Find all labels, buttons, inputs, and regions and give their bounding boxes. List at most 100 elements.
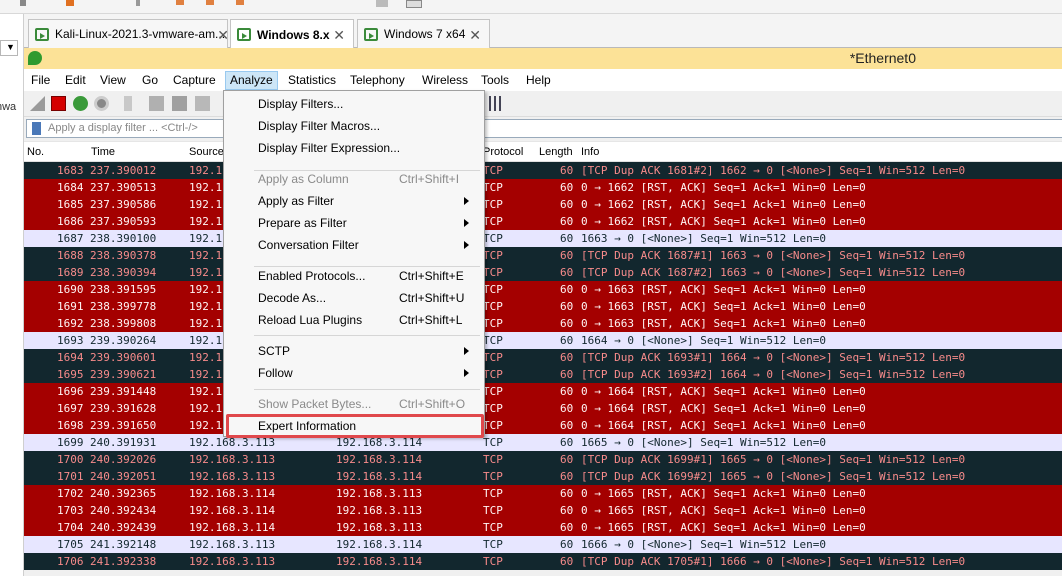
packet-row[interactable]: 1689 238.390394 192.1 TCP 60 [TCP Dup ACK 168… xyxy=(24,264,1062,281)
restart-capture-icon[interactable] xyxy=(73,96,88,111)
packet-info: 0 → 1663 [RST, ACK] Seq=1 Ack=1 Win=0 Le… xyxy=(581,300,866,313)
menu-item-enabled-protocols[interactable]: Enabled Protocols... Ctrl+Shift+E xyxy=(225,265,483,287)
packet-row[interactable]: 1697 239.391628 192.1 TCP 60 0 → 1664 [RST, A… xyxy=(24,400,1062,417)
packet-row[interactable]: 1693 239.390264 192.1 TCP 60 1664 → 0 [<None>… xyxy=(24,332,1062,349)
save-file-icon[interactable] xyxy=(149,96,164,111)
packet-protocol: TCP xyxy=(483,300,503,313)
orange-icon[interactable] xyxy=(66,0,74,6)
redo-icon[interactable] xyxy=(206,0,214,5)
packet-row[interactable]: 1700 240.392026 192.168.3.113 192.168.3.114… xyxy=(24,451,1062,468)
capture-options-icon[interactable] xyxy=(94,96,109,111)
menu-file[interactable]: File xyxy=(31,71,50,90)
column-source[interactable]: Source xyxy=(189,146,224,158)
close-file-icon[interactable] xyxy=(172,96,187,111)
fullscreen-icon[interactable] xyxy=(406,0,422,8)
packet-length: 60 xyxy=(560,334,574,347)
menu-analyze[interactable]: Analyze xyxy=(225,71,278,90)
packet-row[interactable]: 1696 239.391448 192.1 TCP 60 0 → 1664 [RST, A… xyxy=(24,383,1062,400)
menu-item-reload-lua-plugins[interactable]: Reload Lua Plugins Ctrl+Shift+L xyxy=(225,309,483,331)
packet-protocol: TCP xyxy=(483,419,503,432)
packet-source: 192.1 xyxy=(189,198,223,211)
packet-row[interactable]: 1704 240.392439 192.168.3.114 192.168.3.113… xyxy=(24,519,1062,536)
tab-kali-linux[interactable]: Kali-Linux-2021.3-vmware-am... ✕ xyxy=(28,19,228,48)
column-no[interactable]: No. xyxy=(27,146,44,158)
packet-row[interactable]: 1694 239.390601 192.1 TCP 60 [TCP Dup ACK 169… xyxy=(24,349,1062,366)
packet-no: 1696 xyxy=(57,385,84,398)
packet-length: 60 xyxy=(560,351,574,364)
packet-row[interactable]: 1705 241.392148 192.168.3.113 192.168.3.114… xyxy=(24,536,1062,553)
packet-row[interactable]: 1703 240.392434 192.168.3.114 192.168.3.113… xyxy=(24,502,1062,519)
packet-info: 0 → 1665 [RST, ACK] Seq=1 Ack=1 Win=0 Le… xyxy=(581,504,866,517)
menu-item-shortcut: Ctrl+Shift+I xyxy=(399,172,460,186)
packet-time: 238.390100 xyxy=(90,232,157,245)
menu-telephony[interactable]: Telephony xyxy=(350,71,405,90)
column-time[interactable]: Time xyxy=(91,146,115,158)
menu-separator xyxy=(254,335,480,336)
menu-item-apply-as-filter[interactable]: Apply as Filter xyxy=(225,190,483,212)
open-file-icon[interactable] xyxy=(124,96,132,111)
packet-row[interactable]: 1701 240.392051 192.168.3.113 192.168.3.114… xyxy=(24,468,1062,485)
menu-wireless[interactable]: Wireless xyxy=(422,71,468,90)
packet-row[interactable]: 1699 240.391931 192.168.3.113 192.168.3.114… xyxy=(24,434,1062,451)
menu-item-sctp[interactable]: SCTP xyxy=(225,340,483,362)
menu-tools[interactable]: Tools xyxy=(481,71,509,90)
packet-row[interactable]: 1685 237.390586 192.1 TCP 60 0 → 1662 [RST, A… xyxy=(24,196,1062,213)
menu-item-display-filter-macros[interactable]: Display Filter Macros... xyxy=(225,115,483,137)
packet-row[interactable]: 1706 241.392338 192.168.3.113 192.168.3.114… xyxy=(24,553,1062,570)
reload-file-icon[interactable] xyxy=(195,96,210,111)
packet-length: 60 xyxy=(560,215,574,228)
packet-info: 0 → 1664 [RST, ACK] Seq=1 Ack=1 Win=0 Le… xyxy=(581,419,866,432)
packet-row[interactable]: 1691 238.399778 192.1 TCP 60 0 → 1663 [RST, A… xyxy=(24,298,1062,315)
host-library-dropdown[interactable]: ▼ xyxy=(0,40,18,56)
tab-windows-7[interactable]: Windows 7 x64 ✕ xyxy=(357,19,490,48)
menu-edit[interactable]: Edit xyxy=(65,71,86,90)
column-length[interactable]: Length xyxy=(539,146,573,158)
column-protocol[interactable]: Protocol xyxy=(483,146,523,158)
menu-item-label: Follow xyxy=(258,366,293,380)
packet-row[interactable]: 1690 238.391595 192.1 TCP 60 0 → 1663 [RST, A… xyxy=(24,281,1062,298)
menu-item-follow[interactable]: Follow xyxy=(225,362,483,384)
undo-icon[interactable] xyxy=(176,0,184,5)
close-icon[interactable]: ✕ xyxy=(469,27,481,44)
packet-length: 60 xyxy=(560,385,574,398)
menu-go[interactable]: Go xyxy=(142,71,158,90)
packet-row[interactable]: 1684 237.390513 192.1 TCP 60 0 → 1662 [RST, A… xyxy=(24,179,1062,196)
packet-row[interactable]: 1686 237.390593 192.1 TCP 60 0 → 1662 [RST, A… xyxy=(24,213,1062,230)
resize-columns-icon[interactable] xyxy=(489,96,504,111)
packet-time: 241.392338 xyxy=(90,555,157,568)
menu-item-conversation-filter[interactable]: Conversation Filter xyxy=(225,234,483,256)
view-icon[interactable] xyxy=(376,0,388,7)
packet-row[interactable]: 1692 238.399808 192.1 TCP 60 0 → 1663 [RST, A… xyxy=(24,315,1062,332)
menu-help[interactable]: Help xyxy=(526,71,551,90)
menu-item-display-filters[interactable]: Display Filters... xyxy=(225,93,483,115)
packet-row[interactable]: 1695 239.390621 192.1 TCP 60 [TCP Dup ACK 169… xyxy=(24,366,1062,383)
menu-capture[interactable]: Capture xyxy=(173,71,216,90)
packet-row[interactable]: 1688 238.390378 192.1 TCP 60 [TCP Dup ACK 168… xyxy=(24,247,1062,264)
menu-item-display-filter-expression[interactable]: Display Filter Expression... xyxy=(225,137,483,159)
menu-statistics[interactable]: Statistics xyxy=(288,71,336,90)
bookmark-icon[interactable] xyxy=(32,122,41,135)
start-capture-icon[interactable] xyxy=(30,96,45,111)
packet-protocol: TCP xyxy=(483,504,503,517)
close-icon[interactable]: ✕ xyxy=(217,27,227,44)
host-toolbar-icon[interactable] xyxy=(20,0,26,6)
snapshot-icon[interactable] xyxy=(236,0,244,5)
column-info[interactable]: Info xyxy=(581,146,599,158)
tab-windows-8[interactable]: Windows 8.x ✕ xyxy=(230,19,354,49)
packet-row[interactable]: 1702 240.392365 192.168.3.114 192.168.3.113… xyxy=(24,485,1062,502)
packet-row[interactable]: 1698 239.391650 192.1 TCP 60 0 → 1664 [RST, A… xyxy=(24,417,1062,434)
packet-no: 1700 xyxy=(57,453,84,466)
menu-item-label: Prepare as Filter xyxy=(258,216,347,230)
menu-item-decode-as[interactable]: Decode As... Ctrl+Shift+U xyxy=(225,287,483,309)
stop-capture-icon[interactable] xyxy=(51,96,66,111)
menu-view[interactable]: View xyxy=(100,71,126,90)
menu-item-prepare-as-filter[interactable]: Prepare as Filter xyxy=(225,212,483,234)
packet-info: 0 → 1663 [RST, ACK] Seq=1 Ack=1 Win=0 Le… xyxy=(581,317,866,330)
pin-icon[interactable] xyxy=(136,0,140,6)
packet-row[interactable]: 1687 238.390100 192.1 TCP 60 1663 → 0 [<None>… xyxy=(24,230,1062,247)
display-filter-input[interactable]: Apply a display filter ... <Ctrl-/> xyxy=(26,119,1062,138)
packet-no: 1695 xyxy=(57,368,84,381)
close-icon[interactable]: ✕ xyxy=(333,27,345,44)
menu-item-shortcut: Ctrl+Shift+L xyxy=(399,313,463,327)
packet-row[interactable]: 1683 237.390012 192.1 TCP 60 [TCP Dup ACK 168… xyxy=(24,162,1062,179)
